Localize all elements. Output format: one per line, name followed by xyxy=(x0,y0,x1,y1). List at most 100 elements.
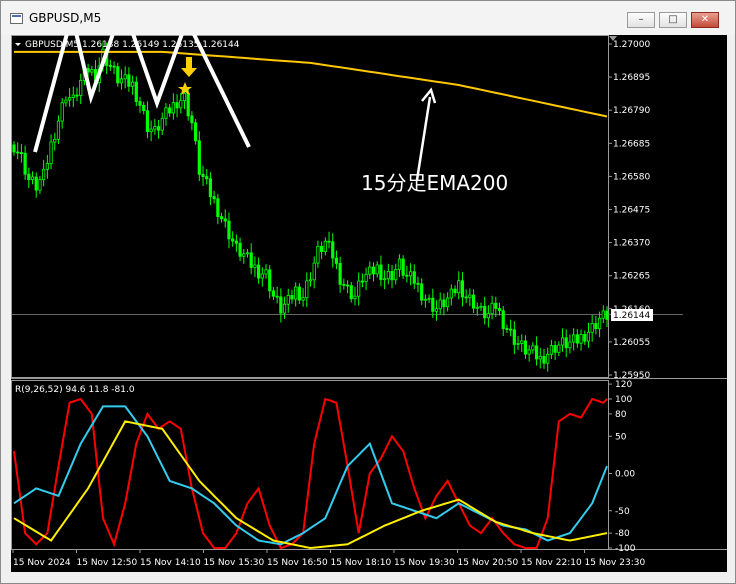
candle-body xyxy=(531,345,535,351)
candle-body xyxy=(520,340,524,344)
candle-body xyxy=(127,74,131,87)
main-chart-header: GBPUSD,M5 1.26138 1.26149 1.26135 1.2614… xyxy=(25,40,240,50)
maximize-button[interactable]: □ xyxy=(659,12,687,28)
candle-body xyxy=(305,280,309,299)
price-label: 1.27000 xyxy=(613,40,650,50)
candle-body xyxy=(597,317,602,330)
candle-body xyxy=(71,94,75,98)
candle-body xyxy=(353,295,357,300)
chart-area[interactable]: 15分足EMA200 GBPUSD,M5 1.26138 1.26149 1.2… xyxy=(11,0,727,572)
time-label: 15 Nov 23:30 xyxy=(585,558,646,568)
window-title: GBPUSD,M5 xyxy=(29,11,102,25)
candle-body xyxy=(145,110,150,133)
candle-body xyxy=(594,323,598,330)
candle-body xyxy=(119,78,124,84)
price-label: 1.26370 xyxy=(613,239,650,249)
candle-body xyxy=(19,152,24,154)
price-label: 1.26055 xyxy=(613,338,650,348)
oscillator-group xyxy=(13,397,608,550)
candle-body xyxy=(242,253,246,257)
time-label: 15 Nov 19:30 xyxy=(394,558,455,568)
candle-body xyxy=(405,274,409,277)
candle-body xyxy=(523,340,528,355)
candle-body xyxy=(12,144,16,153)
price-label: 1.26895 xyxy=(613,73,650,83)
price-label: 1.26265 xyxy=(613,272,650,282)
candle-body xyxy=(149,128,153,133)
candle-body xyxy=(197,140,201,175)
candle-body xyxy=(490,302,494,315)
candle-body xyxy=(53,138,57,143)
title-bar[interactable]: GBPUSD,M5 – □ ✕ xyxy=(1,1,735,35)
candle-body xyxy=(479,305,483,308)
candle-body xyxy=(438,299,442,310)
price-label: 1.26475 xyxy=(613,206,650,216)
candle-body xyxy=(312,262,316,281)
sub-axis: 120 100 80 50 0.00 -50 -80 -100 xyxy=(608,380,636,554)
candle-body xyxy=(138,101,142,106)
ema-annotation-label: 15分足EMA200 xyxy=(361,171,508,195)
candle-body xyxy=(449,288,453,299)
price-label: 1.26685 xyxy=(613,139,650,149)
candle-body xyxy=(527,349,531,355)
candle-body xyxy=(408,271,413,277)
minimize-button[interactable]: – xyxy=(627,12,655,28)
price-label: 1.26580 xyxy=(613,172,650,182)
candle-body xyxy=(486,313,491,319)
candle-body xyxy=(75,94,79,97)
candle-body xyxy=(446,297,450,308)
candle-body xyxy=(67,97,72,101)
candle-body xyxy=(23,152,27,175)
candle-body xyxy=(371,266,376,275)
candle-body xyxy=(45,163,49,170)
candle-body xyxy=(316,245,320,264)
candle-body xyxy=(509,328,513,331)
candle-body xyxy=(349,285,353,300)
candle-body xyxy=(216,198,220,217)
candle-body xyxy=(308,279,313,282)
candle-body xyxy=(60,102,64,122)
candle-body xyxy=(123,74,127,80)
candle-body xyxy=(27,173,31,180)
sub-label: 80 xyxy=(615,410,627,420)
current-price-label: 1.26144 xyxy=(613,311,650,321)
candle-body xyxy=(364,273,368,282)
candle-body xyxy=(434,308,439,312)
candle-body xyxy=(586,331,591,342)
candle-body xyxy=(475,306,479,309)
candle-body xyxy=(546,353,550,364)
collapse-triangle-icon[interactable] xyxy=(15,43,21,46)
candle-body xyxy=(320,245,324,252)
time-label: 15 Nov 22:10 xyxy=(521,558,582,568)
candle-body xyxy=(131,81,135,87)
candle-body xyxy=(231,238,235,242)
candle-body xyxy=(457,280,461,294)
chart-canvas: 15分足EMA200 GBPUSD,M5 1.26138 1.26149 1.2… xyxy=(11,0,727,568)
candle-body xyxy=(156,126,161,131)
candle-body xyxy=(383,278,387,281)
candle-body xyxy=(386,271,390,280)
sub-label: 50 xyxy=(615,432,627,442)
close-button[interactable]: ✕ xyxy=(691,12,719,28)
annotation-arrow xyxy=(415,96,432,181)
candle-body xyxy=(275,295,279,298)
candle-body xyxy=(368,266,372,275)
candle-body xyxy=(257,264,261,279)
chart-window-icon xyxy=(10,13,23,24)
candle-body xyxy=(194,122,198,142)
candle-body xyxy=(30,176,35,180)
candle-body xyxy=(568,341,572,349)
candle-body xyxy=(16,151,20,154)
candle-body xyxy=(56,120,61,140)
time-label: 15 Nov 12:50 xyxy=(77,558,138,568)
candle-body xyxy=(49,141,53,164)
candle-body xyxy=(301,297,305,301)
candle-body xyxy=(290,295,294,300)
candle-body xyxy=(297,286,301,301)
candle-body xyxy=(116,66,120,84)
candle-body xyxy=(168,107,172,114)
candle-body xyxy=(501,310,505,329)
candle-body xyxy=(394,268,398,281)
candle-body xyxy=(227,220,231,240)
candle-body xyxy=(590,323,594,333)
